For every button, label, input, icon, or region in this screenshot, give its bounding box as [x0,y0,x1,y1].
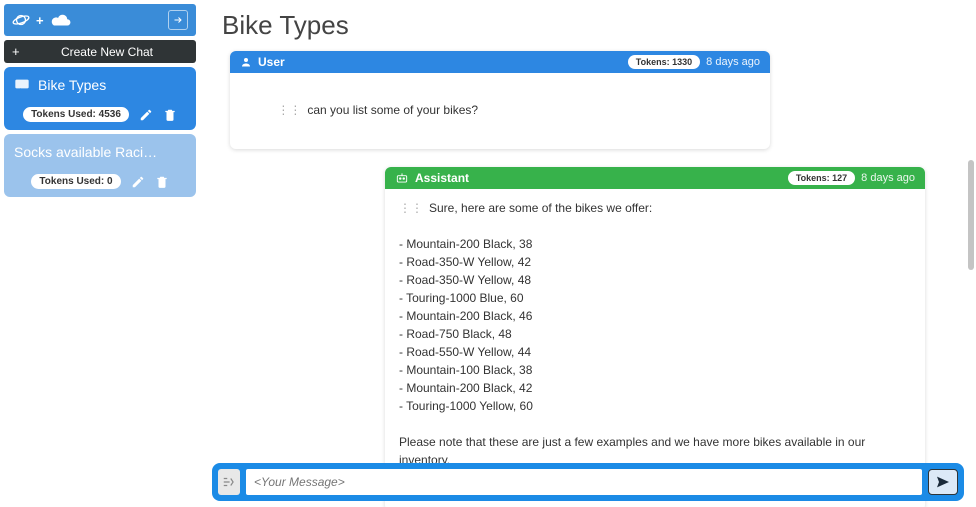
planet-icon [12,11,30,29]
robot-icon [395,172,409,184]
assistant-message-text: Sure, here are some of the bikes we offe… [399,201,869,467]
composer [212,463,964,501]
tokens-used-badge: Tokens Used: 4536 [23,107,129,122]
drag-handle-icon[interactable]: ⋮⋮ [399,199,423,217]
user-message: User Tokens: 1330 8 days ago ⋮⋮ can you l… [230,51,770,149]
header-bar: + [4,4,196,36]
tokens-used-badge: Tokens Used: 0 [31,174,120,189]
tokens-badge: Tokens: 127 [788,171,855,185]
scrollbar[interactable] [966,50,974,457]
tokens-badge: Tokens: 1330 [628,55,700,69]
user-message-text: can you list some of your bikes? [307,103,478,117]
edit-chat-button[interactable] [131,175,145,189]
page-title: Bike Types [200,0,976,45]
plus-icon: + [12,44,26,59]
role-label: Assistant [415,171,469,185]
drag-handle-icon[interactable]: ⋮⋮ [277,101,301,119]
sidebar-chat-bike-types[interactable]: Bike Types Tokens Used: 4536 [4,67,196,130]
create-new-chat-button[interactable]: + Create New Chat [4,40,196,63]
edit-chat-button[interactable] [139,108,153,122]
plus-icon: + [36,13,44,28]
delete-chat-button[interactable] [155,175,169,189]
sidebar-chat-socks[interactable]: Socks available Raci… Tokens Used: 0 [4,134,196,197]
messages-pane: User Tokens: 1330 8 days ago ⋮⋮ can you l… [200,45,976,507]
timestamp: 8 days ago [706,56,760,68]
timestamp: 8 days ago [861,172,915,184]
create-new-chat-label: Create New Chat [26,45,188,59]
chat-icon [14,78,30,92]
composer-menu-button[interactable] [218,469,240,495]
assistant-message: Assistant Tokens: 127 8 days ago ⋮⋮Sure,… [385,167,925,507]
scrollbar-thumb[interactable] [968,160,974,270]
cloud-icon [50,12,72,28]
sidebar-chat-title: Socks available Raci… [14,144,157,160]
delete-chat-button[interactable] [163,108,177,122]
role-label: User [258,55,285,69]
collapse-sidebar-button[interactable] [168,10,188,30]
user-icon [240,56,252,68]
send-button[interactable] [928,469,958,495]
sidebar-chat-title: Bike Types [38,77,106,93]
message-input[interactable] [246,469,922,495]
